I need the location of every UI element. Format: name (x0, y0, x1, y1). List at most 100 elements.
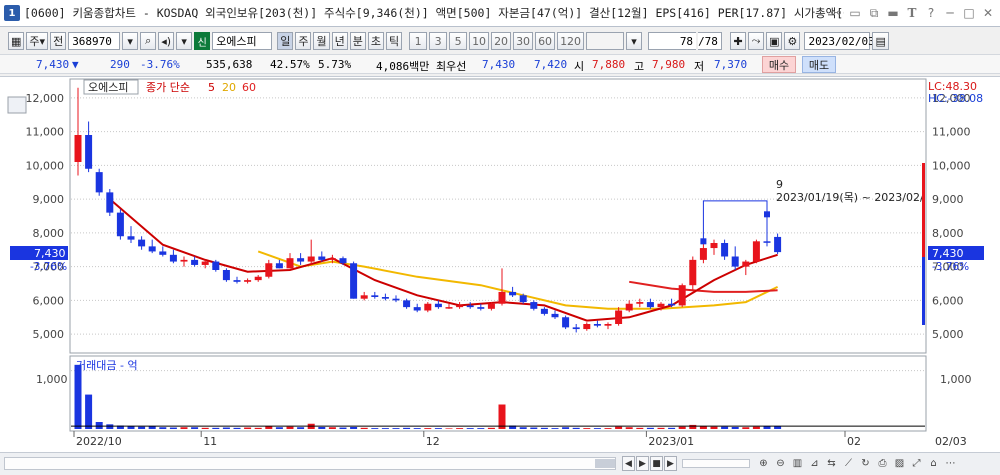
font-icon[interactable]: T (904, 5, 920, 21)
turnover-pct: 42.57% (270, 58, 310, 71)
candle-body (615, 310, 623, 324)
legend-ma20: 20 (222, 81, 236, 94)
help-icon[interactable]: ? (923, 5, 939, 21)
interval-120[interactable]: 120 (557, 32, 585, 50)
candle-body (85, 135, 93, 169)
y-tick-label-right: 6,000 (932, 294, 964, 307)
candle-body (742, 261, 750, 267)
zoom-out-icon[interactable]: ⊖ (773, 456, 788, 471)
chart-scroll-thumb[interactable] (595, 459, 615, 468)
interval-10[interactable]: 10 (469, 32, 490, 50)
stop-icon[interactable]: ■ (650, 456, 663, 471)
trend-icon[interactable]: ⟋ (841, 456, 856, 471)
price-chart[interactable]: 5,000 5,0006,000 6,0007,000 7,0008,000 8,000… (0, 77, 1000, 453)
period-year[interactable]: 년 (331, 32, 348, 50)
buy-button[interactable]: 매수 (762, 56, 796, 73)
candle-body (95, 172, 103, 193)
candle-body (572, 327, 580, 330)
close-icon[interactable]: ✕ (980, 5, 996, 21)
link-icon[interactable]: ⚯ (828, 5, 844, 21)
period-minute[interactable]: 분 (349, 32, 366, 50)
volume-bar (74, 364, 82, 429)
volume-bar (583, 428, 591, 429)
x-tick-label: 12 (426, 435, 440, 448)
y-tick-label-right: 10,000 (932, 159, 971, 172)
zoom-in-icon[interactable]: ⊕ (756, 456, 771, 471)
panel-settings-icon[interactable] (7, 96, 27, 114)
candle-body (201, 261, 209, 265)
print-icon[interactable]: ⎙ (875, 456, 890, 471)
more-icon[interactable]: ⋯ (943, 456, 958, 471)
type-select[interactable]: 주 ▾ (26, 32, 49, 50)
sell-button[interactable]: 매도 (802, 56, 836, 73)
interval-60[interactable]: 60 (535, 32, 556, 50)
chart-type-icon[interactable]: ▥ (790, 456, 805, 471)
maximize-window-icon[interactable]: □ (961, 5, 977, 21)
date-input[interactable]: 2023/02/03 (804, 32, 875, 50)
zoom-track[interactable] (682, 459, 750, 468)
interval-dropdown-icon[interactable]: ▾ (626, 32, 643, 50)
volume-bar (191, 427, 199, 429)
interval-1[interactable]: 1 (409, 32, 428, 50)
y-tick-label-right: 8,000 (932, 227, 964, 240)
calendar-icon[interactable]: ▤ (872, 32, 889, 50)
period-second[interactable]: 초 (367, 32, 384, 50)
play-icon[interactable]: ▶ (636, 456, 649, 471)
interval-20[interactable]: 20 (491, 32, 512, 50)
home-icon[interactable]: ⌂ (926, 456, 941, 471)
volume-bar (424, 428, 432, 429)
candle-body (159, 251, 167, 255)
candle-body (540, 308, 548, 314)
scroll-left-icon[interactable]: ◀ (622, 456, 635, 471)
minimize-icon[interactable]: ▭ (847, 5, 863, 21)
low-label: 저 (694, 60, 705, 73)
market-button[interactable]: 전 (50, 32, 67, 50)
volume-bar (604, 428, 612, 429)
volume-bar (678, 426, 686, 429)
volume-bar (297, 427, 305, 429)
period-month[interactable]: 월 (313, 32, 330, 50)
volume-bar (572, 427, 580, 429)
compare-icon[interactable]: ⇆ (824, 456, 839, 471)
scroll-right-icon[interactable]: ▶ (664, 456, 677, 471)
indicator-add-icon[interactable]: ⊿ (807, 456, 822, 471)
volume-bar (392, 428, 400, 429)
interval-3[interactable]: 3 (429, 32, 448, 50)
cross-cursor-icon[interactable]: ✚ (730, 32, 747, 50)
period-tick[interactable]: 틱 (385, 32, 403, 50)
code-dropdown-icon[interactable]: ▾ (122, 32, 139, 50)
y-tick-label-left: 12,000 (26, 92, 65, 105)
interval-5[interactable]: 5 (449, 32, 468, 50)
refresh-icon[interactable]: ↻ (858, 456, 873, 471)
candle-body (297, 258, 305, 262)
candle-body (74, 135, 82, 162)
settings-icon[interactable]: ⚙ (784, 32, 801, 50)
search-icon[interactable]: ⌕ (140, 32, 157, 50)
count-input[interactable]: 78 (648, 32, 697, 50)
candle-body (445, 307, 453, 309)
image-icon[interactable]: ▨ (892, 456, 907, 471)
high-label: 고 (634, 60, 645, 73)
chart-scroll-track[interactable] (4, 457, 616, 470)
chart-area[interactable]: 5,000 5,000 6,000 6,000 7,000 7,000 8,000 8,000… (0, 76, 1000, 452)
speaker-icon[interactable]: ◂) (158, 32, 175, 50)
candle-body (286, 258, 294, 269)
grid-view-icon[interactable]: ▦ (8, 32, 25, 50)
expand-icon[interactable]: ⤢ (909, 456, 924, 471)
candle-body (148, 246, 156, 252)
stock-code-input[interactable]: 368970 (68, 32, 121, 50)
pin-icon[interactable]: ▬ (885, 5, 901, 21)
volume-bar (350, 426, 358, 429)
indicator-icon[interactable]: ⤳ (748, 32, 765, 50)
interval-30[interactable]: 30 (513, 32, 534, 50)
restore-icon[interactable]: ⧉ (866, 5, 882, 21)
speaker-dropdown-icon[interactable]: ▾ (176, 32, 193, 50)
period-day[interactable]: 일 (277, 32, 294, 50)
candle-body (519, 295, 527, 303)
custom-interval-input[interactable] (586, 32, 625, 50)
y-tick-label-left: 11,000 (26, 126, 65, 139)
minimize-window-icon[interactable]: ─ (942, 5, 958, 21)
low-price: 7,370 (714, 58, 748, 71)
save-icon[interactable]: ▣ (766, 32, 783, 50)
period-week[interactable]: 주 (295, 32, 312, 50)
